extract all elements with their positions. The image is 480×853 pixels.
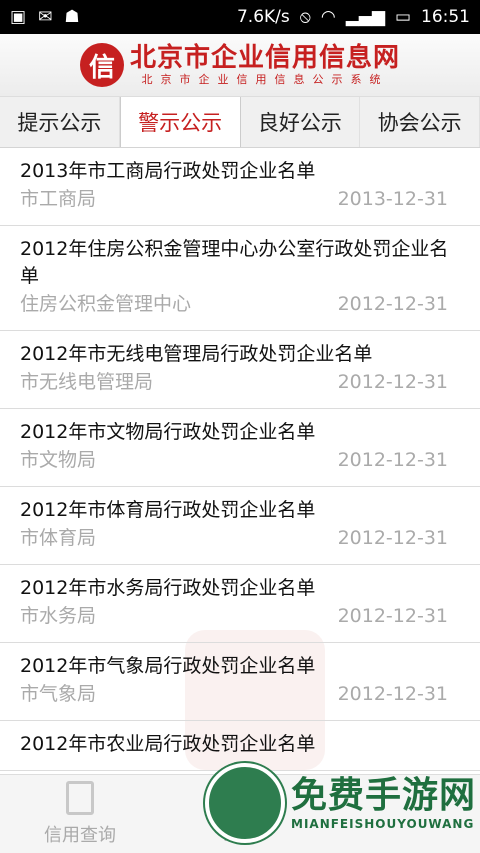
status-bar: ▣ ✉ ☗ 7.6K/s ⦸ ◠ ▂▄▆ ▭ 16:51 [0, 0, 480, 34]
image-notification-icon: ▣ [10, 7, 27, 27]
nav-credit-query[interactable]: 信用查询 [0, 775, 160, 853]
list-item[interactable]: 2012年市气象局行政处罚企业名单 市气象局 2012-12-31 [0, 643, 480, 721]
mail-notification-icon: ✉ [38, 7, 53, 27]
watermark-subtext: MIANFEISHOUYOUWANG [291, 817, 475, 831]
item-date: 2013-12-31 [337, 188, 448, 210]
android-notification-icon: ☗ [64, 7, 80, 27]
tab-tips[interactable]: 提示公示 [0, 97, 120, 147]
list-item[interactable]: 2012年市水务局行政处罚企业名单 市水务局 2012-12-31 [0, 565, 480, 643]
battery-icon: ▭ [394, 7, 411, 27]
nav-label: 信用查询 [44, 825, 116, 846]
site-subtitle: 北京市企业信用信息公示系统 [141, 73, 389, 86]
item-source: 市体育局 [20, 527, 97, 549]
watermark-logo [205, 763, 285, 843]
site-title: 北京市企业信用信息网 [129, 43, 400, 73]
list-item[interactable]: 2012年市文物局行政处罚企业名单 市文物局 2012-12-31 [0, 409, 480, 487]
item-title: 2012年市体育局行政处罚企业名单 [20, 499, 316, 521]
item-title: 2013年市工商局行政处罚企业名单 [20, 160, 316, 182]
watermark-text: 免费手游网 [291, 775, 477, 816]
app-header: 信 北京市企业信用信息网 北京市企业信用信息公示系统 [0, 34, 480, 97]
item-source: 市工商局 [20, 188, 97, 210]
item-date: 2012-12-31 [337, 527, 448, 549]
item-title: 2012年市农业局行政处罚企业名单 [20, 733, 316, 755]
item-date: 2012-12-31 [337, 371, 448, 393]
list-item[interactable]: 2012年住房公积金管理中心办公室行政处罚企业名单 住房公积金管理中心 2012-… [0, 226, 480, 331]
item-date: 2012-12-31 [337, 449, 448, 471]
item-title: 2012年市气象局行政处罚企业名单 [20, 655, 316, 677]
watermark: 免费手游网 MIANFEISHOUYOUWANG [205, 763, 476, 843]
signal-icon: ▂▄▆ [345, 7, 385, 27]
network-speed: 7.6K/s [236, 7, 290, 27]
item-date: 2012-12-31 [337, 683, 448, 705]
item-title: 2012年市无线电管理局行政处罚企业名单 [20, 343, 373, 365]
clock: 16:51 [421, 7, 470, 27]
logo-seal: 信 [79, 43, 124, 87]
announcement-list: 2013年市工商局行政处罚企业名单 市工商局 2013-12-31 2012年住房… [0, 148, 480, 771]
list-item[interactable]: 2012年市无线电管理局行政处罚企业名单 市无线电管理局 2012-12-31 [0, 331, 480, 409]
item-date: 2012-12-31 [337, 605, 448, 627]
item-source: 市无线电管理局 [20, 371, 154, 393]
item-source: 住房公积金管理中心 [20, 293, 192, 315]
list-item[interactable]: 2013年市工商局行政处罚企业名单 市工商局 2013-12-31 [0, 148, 480, 226]
list-item[interactable]: 2012年市体育局行政处罚企业名单 市体育局 2012-12-31 [0, 487, 480, 565]
item-title: 2012年市文物局行政处罚企业名单 [20, 421, 316, 443]
item-source: 市水务局 [20, 605, 97, 627]
item-date: 2012-12-31 [337, 293, 448, 315]
item-title: 2012年住房公积金管理中心办公室行政处罚企业名单 [20, 238, 449, 287]
tab-warnings[interactable]: 警示公示 [119, 97, 241, 147]
mute-icon: ⦸ [299, 7, 311, 27]
tab-bar: 提示公示 警示公示 良好公示 协会公示 [0, 97, 480, 148]
item-source: 市气象局 [20, 683, 97, 705]
tab-good[interactable]: 良好公示 [241, 97, 361, 147]
item-source: 市文物局 [20, 449, 97, 471]
document-icon [66, 781, 94, 815]
tab-association[interactable]: 协会公示 [360, 97, 480, 147]
wifi-icon: ◠ [320, 7, 336, 27]
item-title: 2012年市水务局行政处罚企业名单 [20, 577, 316, 599]
